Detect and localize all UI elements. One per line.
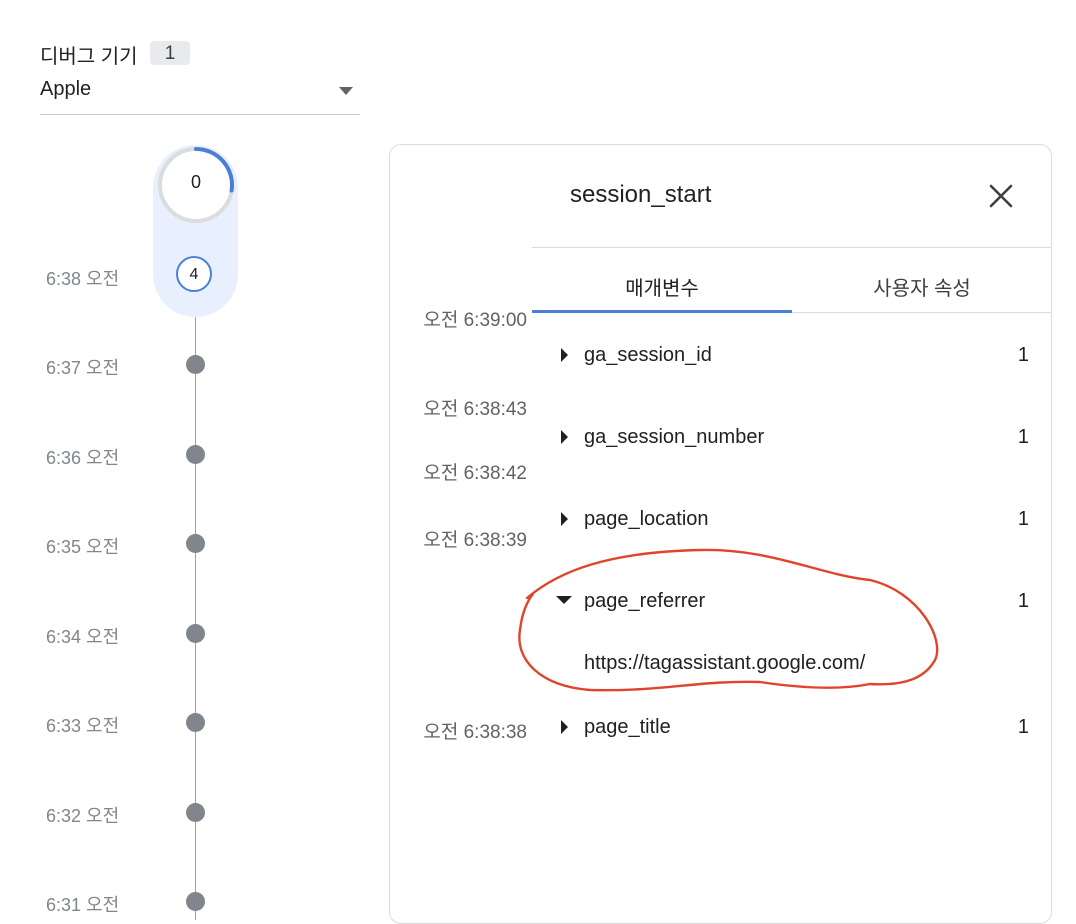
param-name: ga_session_id [584,344,712,366]
param-name: page_location [584,508,709,530]
minute-label: 6:33 오전 [46,716,120,736]
expand-arrow-icon [561,720,568,734]
param-row-page-title[interactable]: page_title 1 [555,712,1035,742]
timeline-dot[interactable] [186,713,205,732]
selected-device: Apple [40,78,92,100]
minute-label: 6:35 오전 [46,537,120,557]
param-count: 1 [1017,590,1029,612]
minute-label: 6:37 오전 [46,358,120,378]
param-count: 1 [1017,508,1029,530]
timeline-dot[interactable] [186,445,205,464]
close-icon[interactable] [983,178,1019,214]
param-count: 1 [1017,344,1029,366]
minute-label: 6:32 오전 [46,806,120,826]
expand-arrow-icon [561,348,568,362]
debug-device-count-badge: 1 [150,41,190,65]
param-value: https://tagassistant.google.com/ [584,652,866,674]
debug-device-label: 디버그 기기 [40,46,138,68]
event-title: session_start [570,181,712,208]
collapse-arrow-icon [556,596,572,604]
minute-event-count[interactable]: 4 [176,256,212,292]
param-name: page_referrer [584,590,706,612]
param-row-ga-session-id[interactable]: ga_session_id 1 [555,340,1035,370]
active-tab-indicator [532,310,792,313]
header-divider [532,247,1052,248]
param-count: 1 [1017,716,1029,738]
seconds-counter: 0 [190,172,201,192]
timeline-dot[interactable] [186,892,205,911]
minute-label: 6:36 오전 [46,448,120,468]
param-row-ga-session-number[interactable]: ga_session_number 1 [555,422,1035,452]
debug-device-select[interactable]: Apple [40,72,360,115]
param-name: ga_session_number [584,426,765,448]
timeline-dot[interactable] [186,624,205,643]
param-row-page-location[interactable]: page_location 1 [555,504,1035,534]
minute-label: 6:38 오전 [46,269,120,289]
expand-arrow-icon [561,430,568,444]
timeline-dot[interactable] [186,534,205,553]
event-detail-card [389,144,1052,924]
tab-user-properties[interactable]: 사용자 속성 [792,272,1052,301]
minute-label: 6:34 오전 [46,627,120,647]
param-row-page-referrer[interactable]: page_referrer 1 [555,586,1035,616]
minute-label: 6:31 오전 [46,895,120,915]
param-count: 1 [1017,426,1029,448]
param-name: page_title [584,716,671,738]
timeline-dot[interactable] [186,355,205,374]
dropdown-caret-icon [339,87,353,95]
expand-arrow-icon [561,512,568,526]
tab-parameters[interactable]: 매개변수 [532,272,792,301]
timeline-dot[interactable] [186,803,205,822]
